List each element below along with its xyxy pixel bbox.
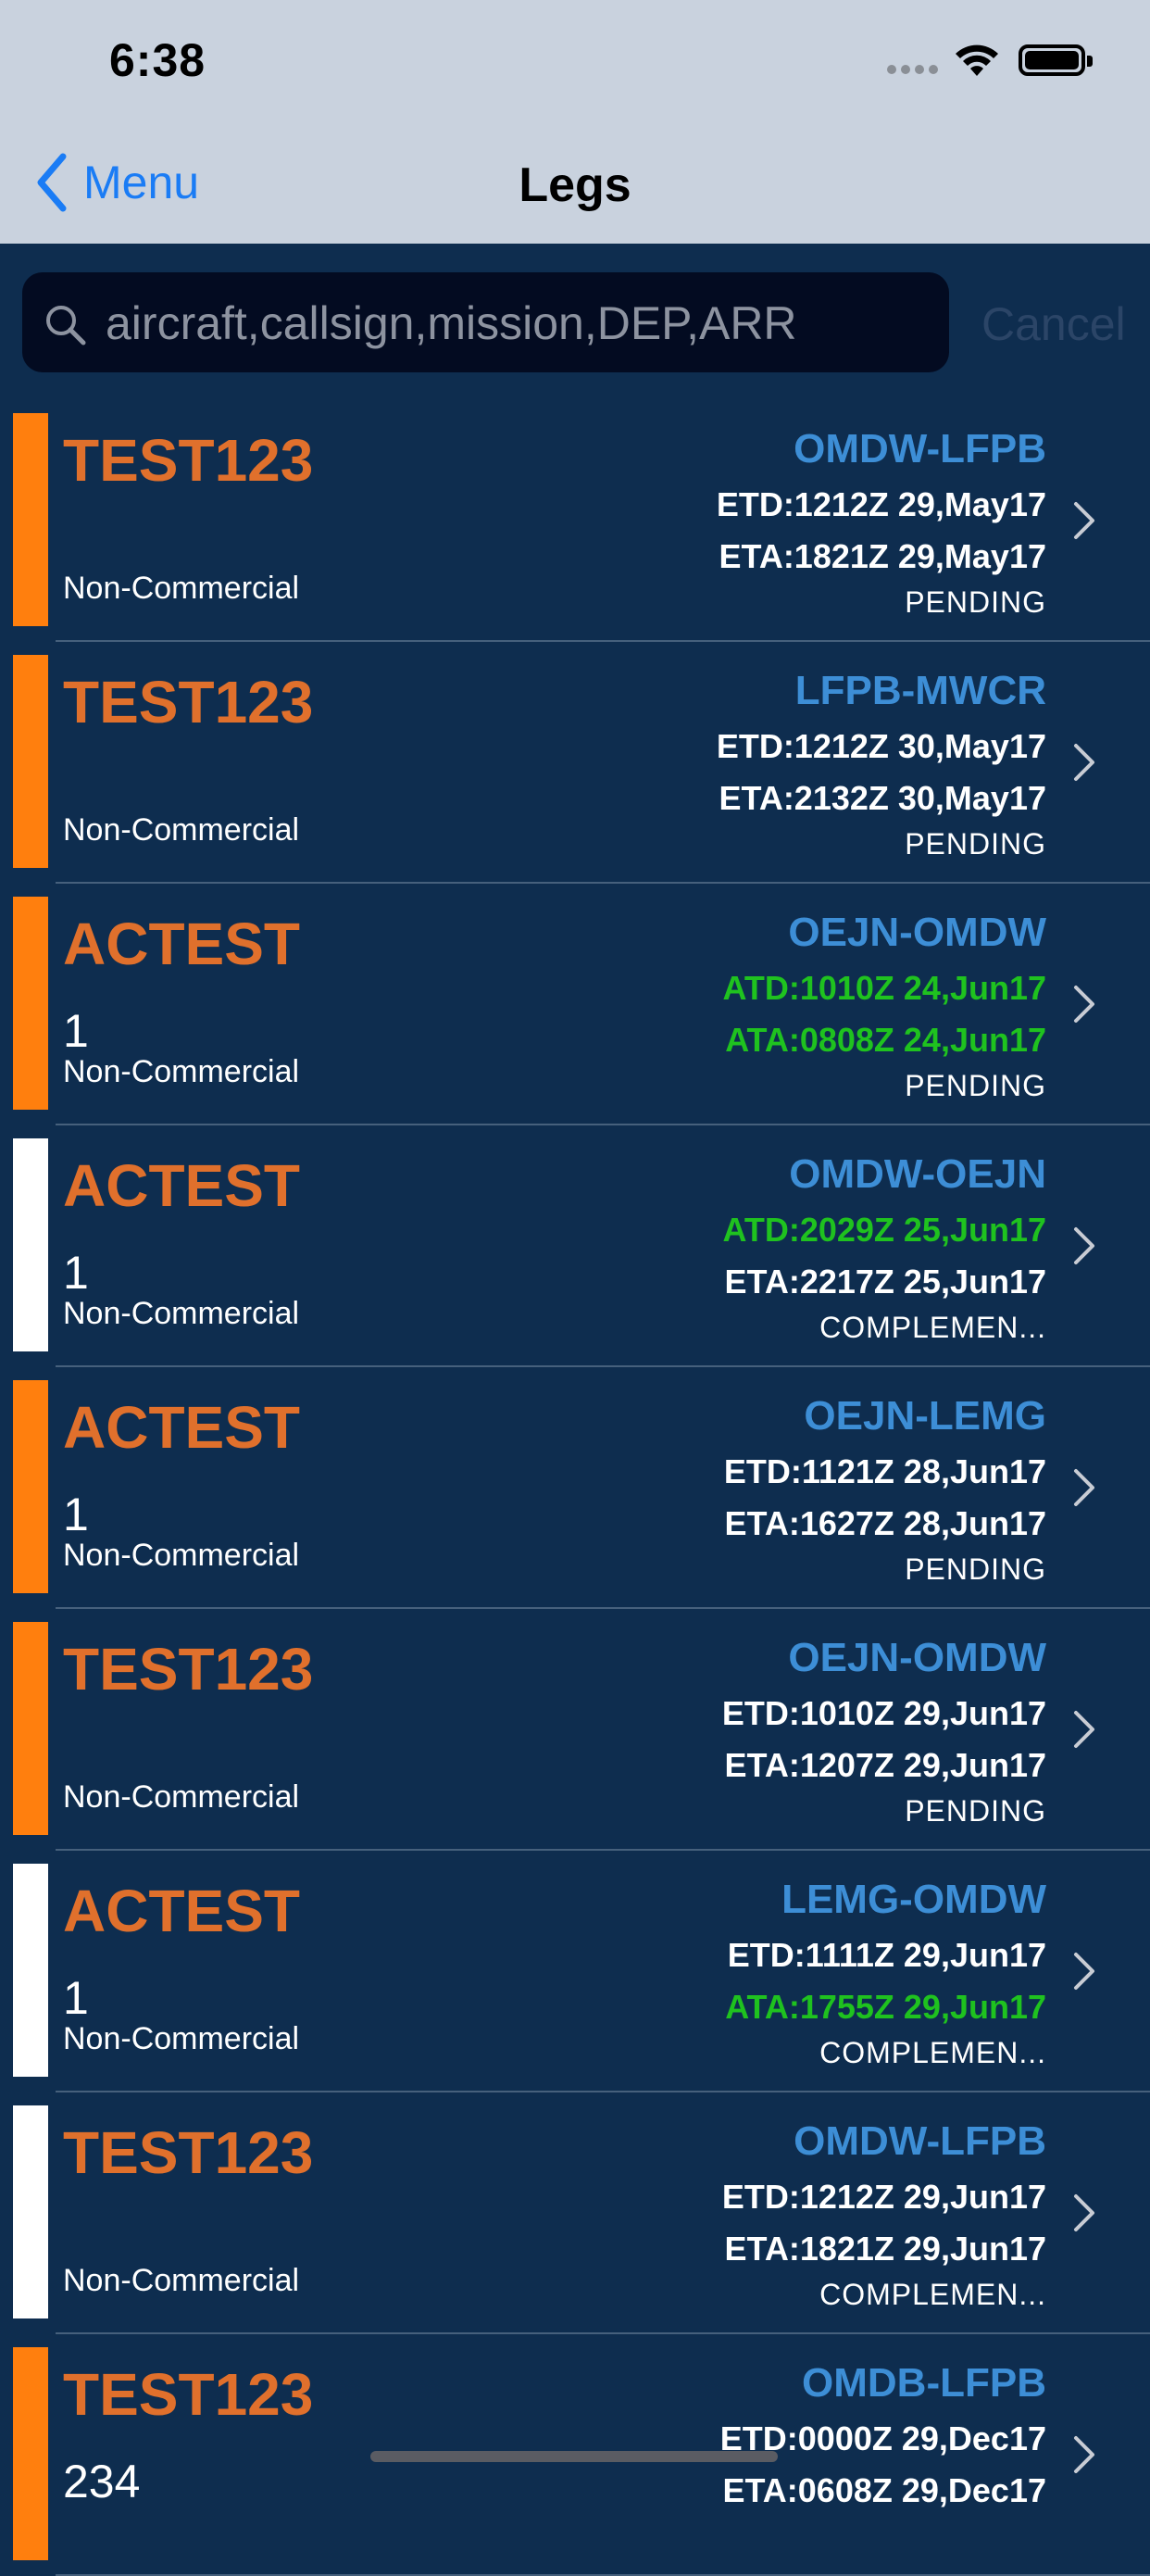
leg-row[interactable]: ACTEST 1 Non-Commercial OEJN-LEMG ETD:11… bbox=[0, 1367, 1150, 1609]
leg-status: PENDING bbox=[905, 827, 1046, 861]
leg-departure-time: ETD:1121Z 28,Jun17 bbox=[723, 1452, 1046, 1490]
chevron-right-icon bbox=[1074, 1711, 1094, 1748]
status-color-bar bbox=[13, 413, 48, 626]
status-color-bar bbox=[13, 2347, 48, 2560]
leg-arrival-time: ETA:1821Z 29,Jun17 bbox=[724, 2230, 1046, 2268]
leg-callsign: ACTEST bbox=[63, 911, 300, 977]
cellular-signal-icon bbox=[887, 65, 939, 76]
leg-type: Non-Commercial bbox=[63, 2021, 300, 2056]
chevron-right-icon bbox=[1074, 744, 1094, 781]
search-input[interactable] bbox=[104, 272, 931, 374]
search-bar: Cancel bbox=[0, 244, 1150, 383]
leg-arrival-time: ETA:2132Z 30,May17 bbox=[719, 779, 1046, 817]
status-color-bar bbox=[13, 2105, 48, 2318]
leg-row[interactable]: TEST123 Non-Commercial OMDW-LFPB ETD:121… bbox=[0, 400, 1150, 642]
leg-arrival-time: ATA:0808Z 24,Jun17 bbox=[725, 1021, 1046, 1059]
legs-list: TEST123 Non-Commercial OMDW-LFPB ETD:121… bbox=[0, 400, 1150, 2576]
leg-arrival-time: ETA:1627Z 28,Jun17 bbox=[724, 1504, 1046, 1542]
leg-arrival-time: ATA:1755Z 29,Jun17 bbox=[725, 1988, 1046, 2026]
leg-route: OMDB-LFPB bbox=[802, 2360, 1046, 2406]
leg-route: OEJN-OMDW bbox=[788, 910, 1046, 955]
status-color-bar bbox=[13, 1380, 48, 1593]
leg-departure-time: ATD:1010Z 24,Jun17 bbox=[722, 969, 1046, 1007]
chevron-right-icon bbox=[1074, 2436, 1094, 2473]
leg-row[interactable]: TEST123 Non-Commercial LFPB-MWCR ETD:121… bbox=[0, 642, 1150, 884]
leg-type: Non-Commercial bbox=[63, 571, 300, 606]
leg-callsign: ACTEST bbox=[63, 1152, 300, 1219]
leg-callsign: TEST123 bbox=[63, 669, 314, 735]
page-title: Legs bbox=[519, 158, 631, 212]
chevron-right-icon bbox=[1074, 1227, 1094, 1264]
leg-callsign: TEST123 bbox=[63, 427, 314, 494]
status-color-bar bbox=[13, 897, 48, 1110]
leg-row[interactable]: TEST123 Non-Commercial OEJN-OMDW ETD:101… bbox=[0, 1609, 1150, 1851]
leg-route: OMDW-LFPB bbox=[794, 426, 1046, 471]
chevron-right-icon bbox=[1074, 2194, 1094, 2231]
leg-status: PENDING bbox=[905, 1069, 1046, 1102]
leg-type: Non-Commercial bbox=[63, 2263, 300, 2298]
leg-status: PENDING bbox=[905, 1794, 1046, 1828]
leg-arrival-time: ETA:0608Z 29,Dec17 bbox=[722, 2471, 1046, 2509]
leg-departure-time: ETD:1212Z 30,May17 bbox=[716, 727, 1046, 765]
leg-departure-time: ETD:1212Z 29,May17 bbox=[716, 485, 1046, 523]
chevron-right-icon bbox=[1074, 502, 1094, 539]
wifi-icon bbox=[956, 44, 998, 76]
leg-status: COMPLEMEN... bbox=[819, 2278, 1046, 2311]
leg-row[interactable]: ACTEST 1 Non-Commercial LEMG-OMDW ETD:11… bbox=[0, 1851, 1150, 2092]
leg-row[interactable]: ACTEST 1 Non-Commercial OEJN-OMDW ATD:10… bbox=[0, 884, 1150, 1125]
chevron-right-icon bbox=[1074, 1469, 1094, 1506]
nav-bar: 6:38 Menu Legs bbox=[0, 0, 1150, 244]
leg-type: Non-Commercial bbox=[63, 1538, 300, 1573]
leg-flight-number: 1 bbox=[63, 1972, 89, 2024]
leg-type: Non-Commercial bbox=[63, 1779, 300, 1815]
cancel-button[interactable]: Cancel bbox=[981, 297, 1126, 351]
leg-callsign: ACTEST bbox=[63, 1394, 300, 1461]
leg-type: Non-Commercial bbox=[63, 1296, 300, 1331]
leg-departure-time: ETD:1111Z 29,Jun17 bbox=[727, 1936, 1046, 1974]
leg-flight-number: 1 bbox=[63, 1005, 89, 1057]
leg-type: Non-Commercial bbox=[63, 1054, 300, 1089]
leg-callsign: TEST123 bbox=[63, 2361, 314, 2428]
leg-route: OEJN-OMDW bbox=[788, 1635, 1046, 1680]
leg-flight-number: 234 bbox=[63, 2456, 141, 2507]
leg-route: OMDW-OEJN bbox=[789, 1151, 1046, 1197]
battery-icon bbox=[1019, 44, 1093, 76]
leg-departure-time: ETD:1010Z 29,Jun17 bbox=[721, 1694, 1046, 1732]
leg-status: PENDING bbox=[905, 585, 1046, 619]
home-indicator[interactable] bbox=[370, 2451, 778, 2462]
leg-route: OEJN-LEMG bbox=[804, 1393, 1046, 1439]
leg-route: OMDW-LFPB bbox=[794, 2118, 1046, 2164]
leg-row[interactable]: ACTEST 1 Non-Commercial OMDW-OEJN ATD:20… bbox=[0, 1125, 1150, 1367]
leg-callsign: ACTEST bbox=[63, 1878, 300, 1944]
leg-type: Non-Commercial bbox=[63, 812, 300, 848]
status-color-bar bbox=[13, 1138, 48, 1351]
leg-departure-time: ETD:1212Z 29,Jun17 bbox=[721, 2178, 1046, 2216]
search-icon bbox=[46, 306, 86, 346]
leg-route: LEMG-OMDW bbox=[781, 1877, 1046, 1922]
status-time: 6:38 bbox=[109, 34, 206, 86]
leg-route: LFPB-MWCR bbox=[794, 668, 1046, 713]
leg-arrival-time: ETA:1821Z 29,May17 bbox=[719, 537, 1046, 575]
chevron-right-icon bbox=[1074, 1953, 1094, 1990]
leg-status: PENDING bbox=[905, 1552, 1046, 1586]
leg-arrival-time: ETA:2217Z 25,Jun17 bbox=[724, 1263, 1046, 1301]
leg-flight-number: 1 bbox=[63, 1489, 89, 1540]
status-color-bar bbox=[13, 1864, 48, 2077]
search-field[interactable] bbox=[22, 272, 949, 374]
leg-arrival-time: ETA:1207Z 29,Jun17 bbox=[724, 1746, 1046, 1784]
leg-status: COMPLEMEN... bbox=[819, 2036, 1046, 2069]
leg-departure-time: ATD:2029Z 25,Jun17 bbox=[722, 1211, 1046, 1249]
status-color-bar bbox=[13, 655, 48, 868]
leg-callsign: TEST123 bbox=[63, 1636, 314, 1703]
leg-callsign: TEST123 bbox=[63, 2119, 314, 2186]
leg-row[interactable]: TEST123 Non-Commercial OMDW-LFPB ETD:121… bbox=[0, 2092, 1150, 2334]
leg-flight-number: 1 bbox=[63, 1247, 89, 1299]
status-color-bar bbox=[13, 1622, 48, 1835]
chevron-right-icon bbox=[1074, 986, 1094, 1023]
leg-status: COMPLEMEN... bbox=[819, 1311, 1046, 1344]
